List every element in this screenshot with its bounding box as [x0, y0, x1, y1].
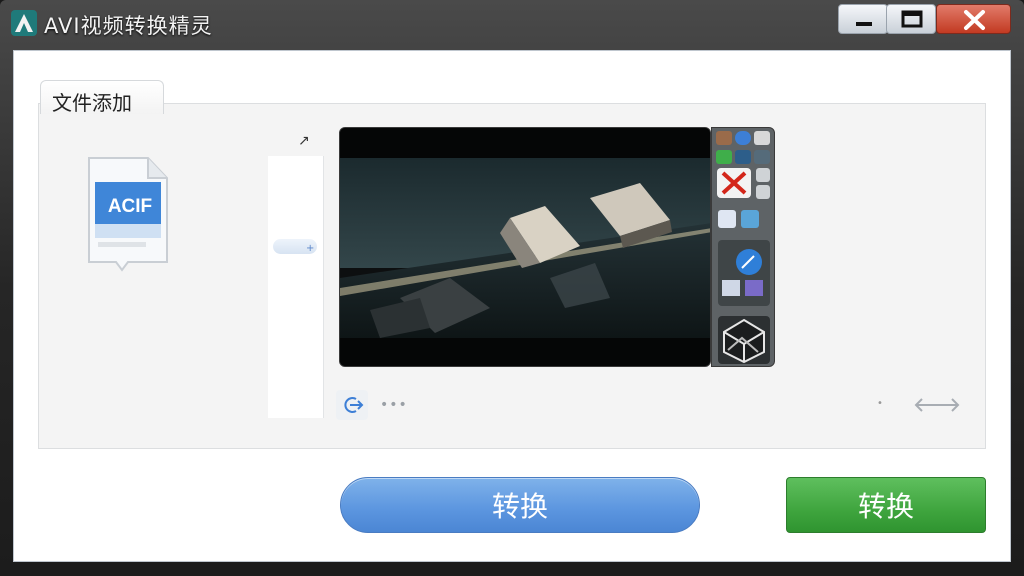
info-icon[interactable]	[735, 131, 751, 145]
add-icon[interactable]	[716, 150, 732, 164]
video-preview[interactable]	[339, 127, 711, 367]
minus-icon[interactable]	[735, 150, 751, 164]
indicator-dot: •	[877, 398, 883, 409]
mail-icon[interactable]	[718, 210, 736, 228]
app-logo-icon	[11, 10, 37, 36]
convert-button-primary[interactable]: 转换	[340, 477, 700, 533]
close-button[interactable]	[936, 4, 1011, 34]
app-window: AVI视频转换精灵 文件添加 ACIF + ↗ ••• • 转换 转换	[0, 0, 1024, 576]
window-title: AVI视频转换精灵	[44, 14, 213, 38]
image-icon[interactable]	[741, 210, 759, 228]
more-icon[interactable]: •••	[380, 397, 408, 413]
maximize-icon	[901, 10, 923, 28]
resize-horizontal-icon[interactable]	[912, 394, 962, 416]
cube-icon[interactable]	[718, 316, 770, 364]
convert-button-secondary[interactable]: 转换	[786, 477, 986, 533]
tab-label: 文件添加	[52, 91, 132, 115]
back-button[interactable]	[336, 390, 368, 420]
globe-icon[interactable]	[718, 240, 770, 306]
minimize-icon	[856, 22, 872, 26]
close-icon	[964, 10, 985, 30]
file-type-label: ACIF	[107, 196, 153, 217]
file-list-scrollbar[interactable]	[268, 156, 324, 418]
effects-toolbar	[711, 127, 775, 367]
expand-icon: +	[306, 243, 315, 254]
minimize-button[interactable]	[838, 4, 888, 34]
title-bar[interactable]: AVI视频转换精灵	[0, 0, 1024, 48]
maximize-button[interactable]	[886, 4, 936, 34]
switch-icon[interactable]	[754, 131, 770, 145]
cut-icon[interactable]	[717, 168, 751, 198]
arrow-back-icon	[344, 397, 364, 413]
arrow-up-right-icon: ↗	[298, 133, 310, 149]
settings-icon[interactable]	[716, 131, 732, 145]
close-icon[interactable]	[754, 150, 770, 164]
tab-file-add[interactable]: 文件添加	[40, 80, 164, 115]
preview-image	[340, 128, 710, 366]
clip-icon[interactable]	[756, 185, 770, 199]
rotate-icon[interactable]	[756, 168, 770, 182]
